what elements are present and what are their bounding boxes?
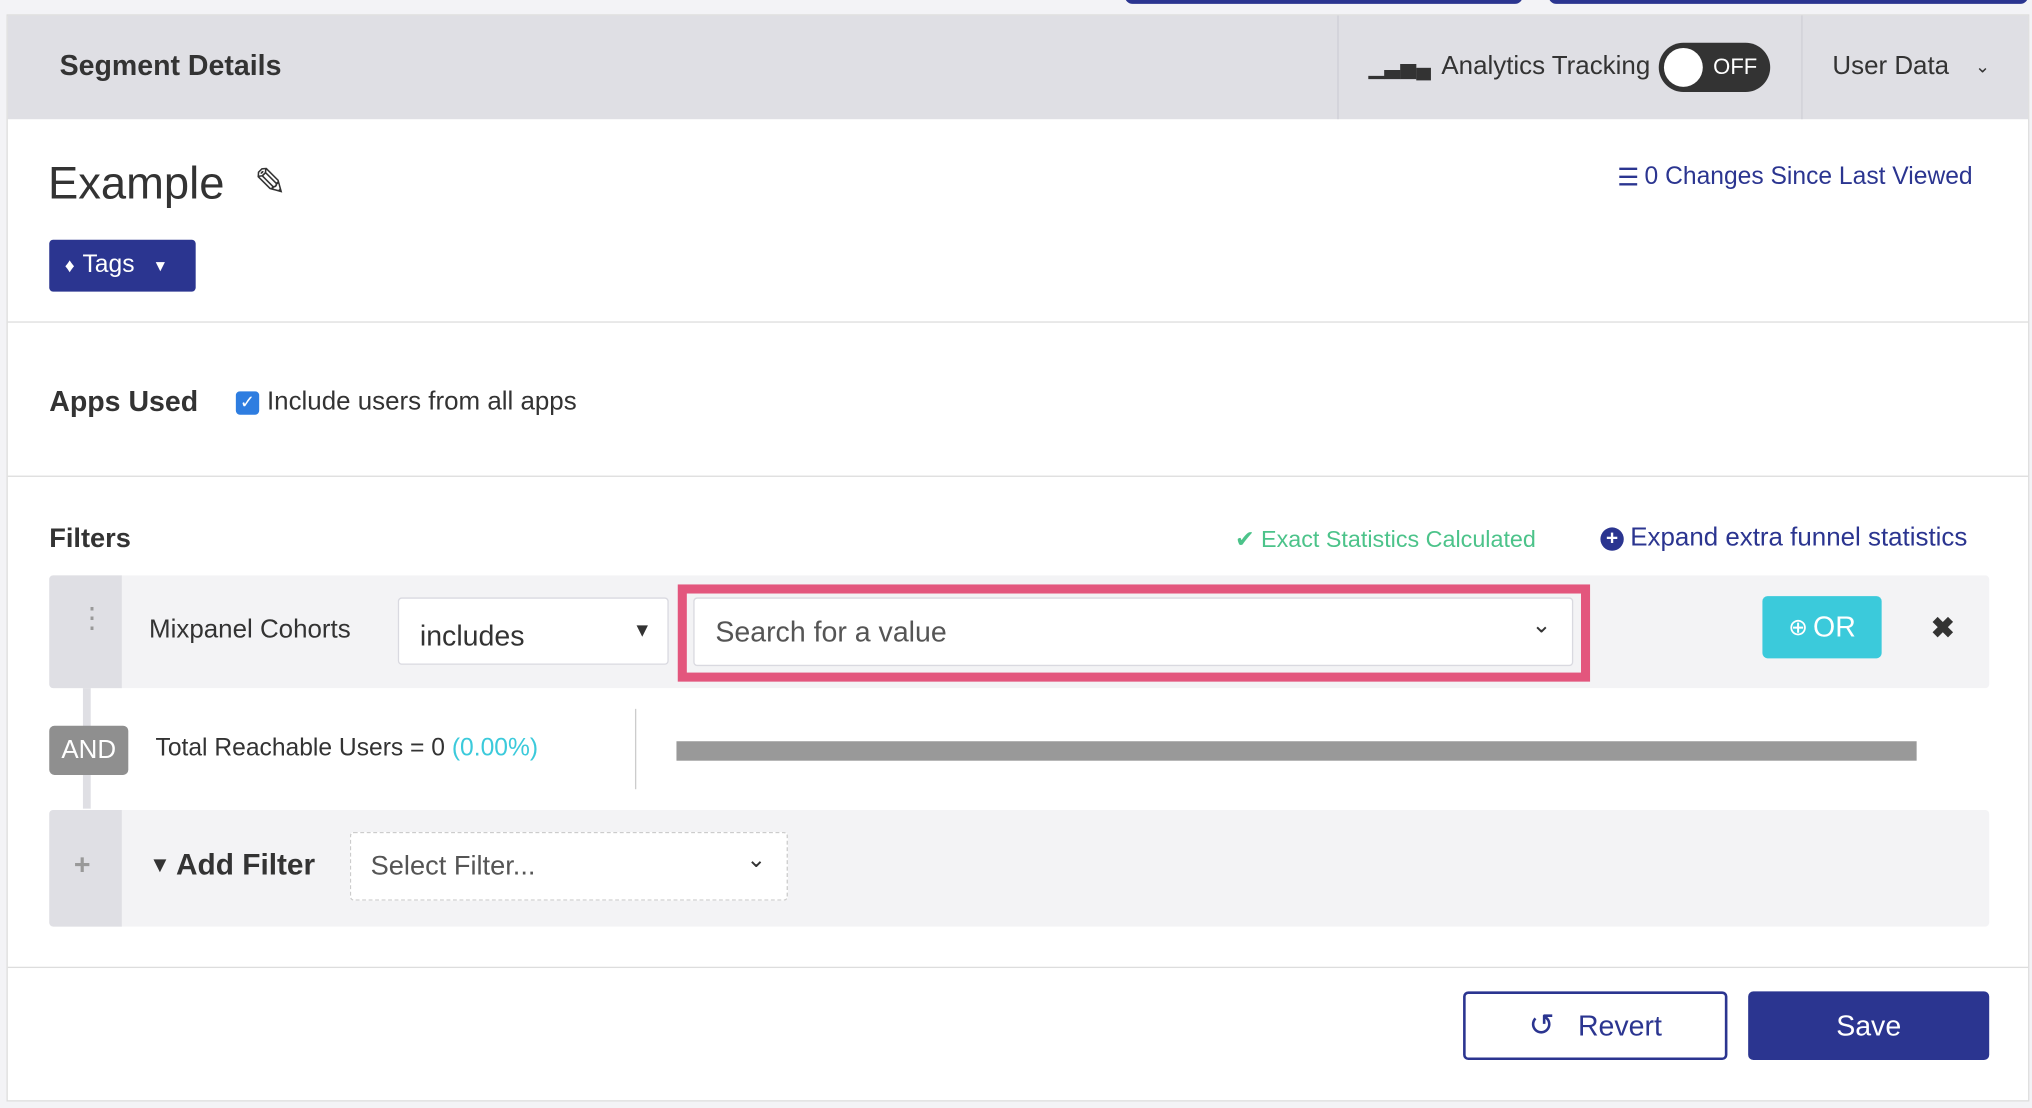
chevron-down-icon: ⌄ [746,846,766,873]
reachable-count: 0 [431,734,445,762]
checkbox-checked-icon[interactable]: ✓ [235,390,260,415]
user-data-label: User Data [1832,51,1950,81]
add-filter-label: ▼ Add Filter [149,848,315,883]
remove-filter-icon[interactable]: ✖ [1931,612,1955,646]
divider [7,321,2029,323]
chevron-down-icon: ⌄ [1974,55,1991,77]
segment-name: Example [47,158,225,209]
operator-select[interactable]: includes ▼ [397,597,669,665]
add-filter-row: + ▼ Add Filter Select Filter... ⌄ [49,809,1990,927]
caret-down-icon: ▼ [632,619,652,642]
revert-label: Revert [1577,1008,1662,1042]
expand-funnel-statistics-link[interactable]: + Expand extra funnel statistics [1600,524,1967,554]
divider [634,708,637,790]
include-all-apps-checkbox[interactable]: ✓ Include users from all apps [235,387,577,417]
analytics-toggle[interactable]: OFF [1658,42,1771,93]
panel-header: Segment Details ▁▃▅▄ Analytics Tracking … [7,15,2029,120]
plus-icon: + [73,848,91,882]
bar-chart-icon: ▁▃▅▄ [1368,56,1431,79]
apps-used-label: Apps Used [49,384,199,418]
divider [1337,15,1339,120]
toggle-state: OFF [1713,54,1758,80]
plus-circle-icon: + [1600,526,1624,551]
top-nav-button-2[interactable] [1548,0,2029,4]
check-icon: ✔ [1234,526,1255,553]
add-or-button[interactable]: ⊕ OR [1762,596,1882,659]
divider [7,475,2029,477]
tag-icon: ♦ [64,254,75,277]
add-handle[interactable]: + [49,809,122,927]
save-button[interactable]: Save [1748,991,1990,1061]
plus-circle-icon: ⊕ [1788,613,1808,640]
user-data-dropdown[interactable]: User Data ⌄ [1832,52,1990,82]
value-search-placeholder: Search for a value [715,615,947,648]
or-label: OR [1813,610,1856,643]
select-filter-dropdown[interactable]: Select Filter... ⌄ [349,831,788,901]
changes-since-last-viewed-link[interactable]: ☰ 0 Changes Since Last Viewed [1617,163,1972,193]
reachable-users: Total Reachable Users = 0 (0.00%) [156,735,539,764]
changes-label: 0 Changes Since Last Viewed [1644,163,1973,191]
select-filter-placeholder: Select Filter... [370,851,536,882]
edit-pencil-icon[interactable]: ✎ [254,161,287,206]
tags-dropdown-button[interactable]: ♦ Tags ▼ [49,239,196,292]
segment-details-panel: Segment Details ▁▃▅▄ Analytics Tracking … [6,14,2030,1102]
drag-handle[interactable]: ⋮ [49,575,122,689]
reachable-percentage: (0.00%) [451,734,539,762]
revert-button[interactable]: ↺ Revert [1463,991,1728,1061]
include-all-apps-label: Include users from all apps [266,387,577,416]
list-icon: ☰ [1617,164,1640,192]
and-badge: AND [49,725,129,775]
tags-label: Tags [82,251,135,279]
add-filter-text: Add Filter [176,847,316,882]
operator-value: includes [419,619,525,652]
panel-title: Segment Details [59,49,282,82]
undo-icon: ↺ [1528,1008,1555,1044]
chevron-down-icon: ⌄ [1531,611,1552,638]
exact-statistics-status: ✔ Exact Statistics Calculated [1235,526,1536,553]
analytics-tracking-label: Analytics Tracking [1441,51,1651,81]
funnel-icon: ▼ [149,852,171,878]
status-label: Exact Statistics Calculated [1261,526,1536,553]
filters-label: Filters [49,523,131,554]
caret-down-icon: ▼ [152,256,169,275]
expand-label: Expand extra funnel statistics [1630,523,1968,553]
filter-row: ⋮ Mixpanel Cohorts includes ▼ Search for… [49,575,1990,689]
analytics-tracking: ▁▃▅▄ Analytics Tracking [1368,52,1650,82]
divider [1801,15,1803,120]
vertical-dots-icon: ⋮ [77,601,107,634]
top-nav-button-1[interactable] [1124,0,1523,4]
toggle-knob [1663,47,1703,87]
reachable-label: Total Reachable Users = [155,734,432,762]
divider [7,966,2029,969]
filter-field-label: Mixpanel Cohorts [149,615,351,645]
reachable-progress-bar [676,741,1917,761]
value-search-input[interactable]: Search for a value ⌄ [693,597,1574,667]
